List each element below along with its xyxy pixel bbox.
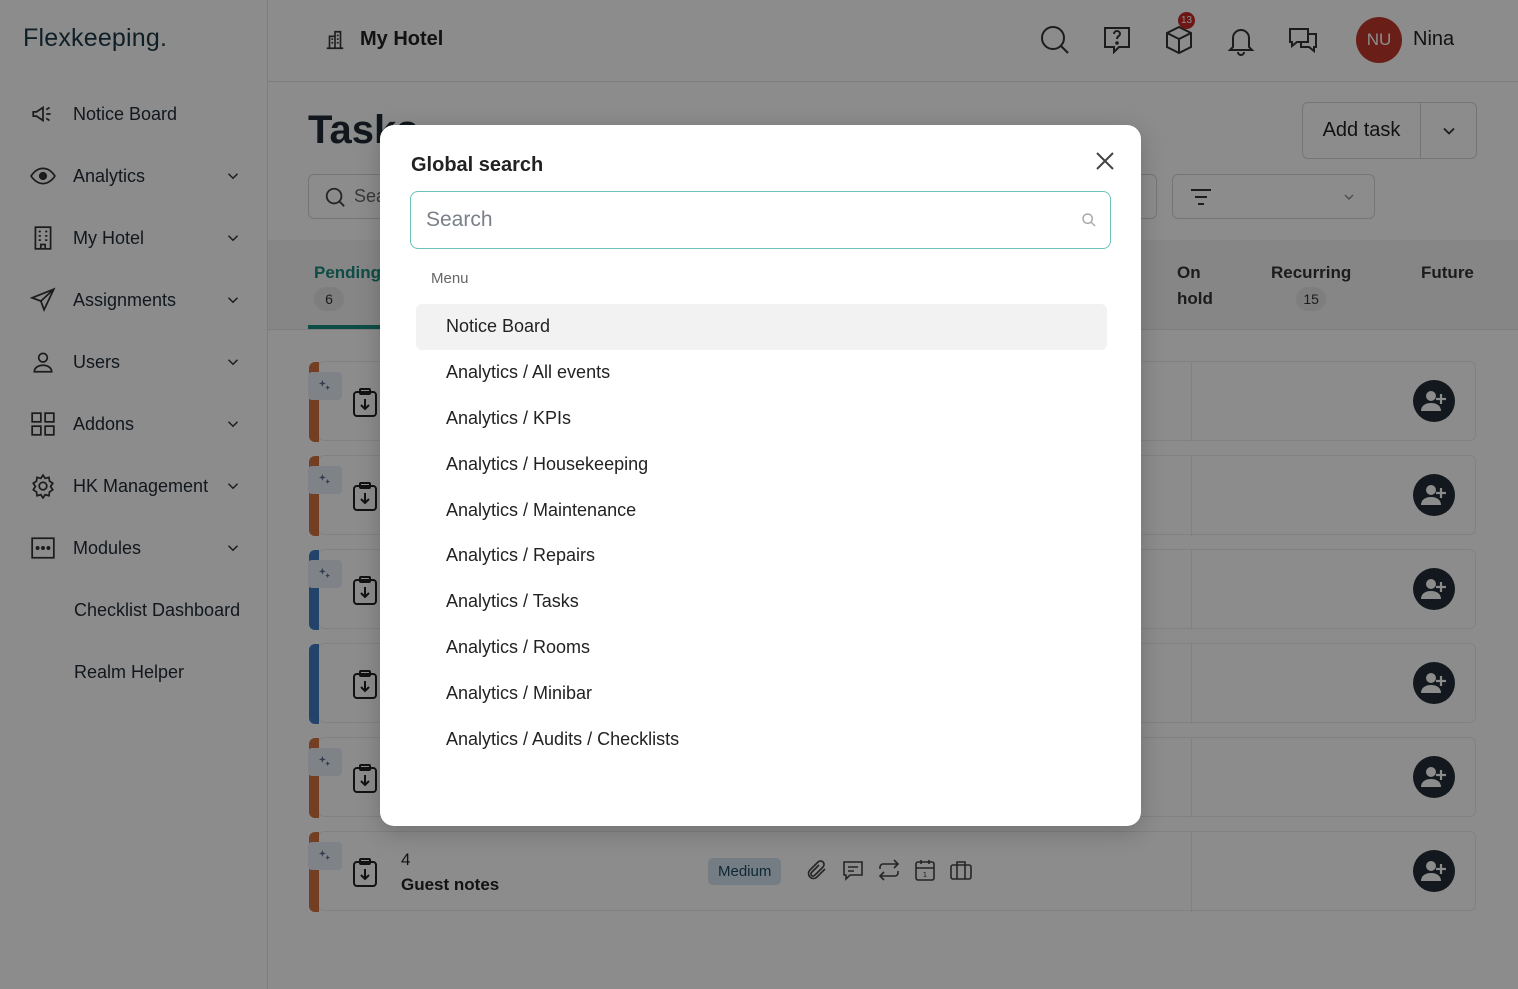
search-result-item[interactable]: Analytics / Rooms: [416, 625, 1107, 671]
search-result-item[interactable]: Analytics / Audits / Checklists: [416, 716, 1107, 762]
search-icon: [1082, 213, 1096, 227]
modal-title: Global search: [411, 154, 544, 176]
search-result-item[interactable]: Notice Board: [416, 304, 1107, 350]
global-search-input[interactable]: [411, 208, 1061, 232]
search-result-item[interactable]: Analytics / Repairs: [416, 533, 1107, 579]
search-result-item[interactable]: Analytics / Maintenance: [416, 487, 1107, 533]
close-icon[interactable]: [1093, 149, 1117, 173]
global-search-modal: Global search Menu Notice Board Analytic…: [380, 125, 1141, 826]
search-result-item[interactable]: Analytics / Housekeeping: [416, 441, 1107, 487]
results-section-label: Menu: [431, 270, 469, 287]
search-result-item[interactable]: Analytics / Minibar: [416, 670, 1107, 716]
search-result-item[interactable]: Analytics / All events: [416, 350, 1107, 396]
global-search-field: [410, 191, 1111, 249]
search-results-list: Notice Board Analytics / All events Anal…: [416, 304, 1107, 762]
search-result-item[interactable]: Analytics / Tasks: [416, 579, 1107, 625]
search-result-item[interactable]: Analytics / KPIs: [416, 396, 1107, 442]
